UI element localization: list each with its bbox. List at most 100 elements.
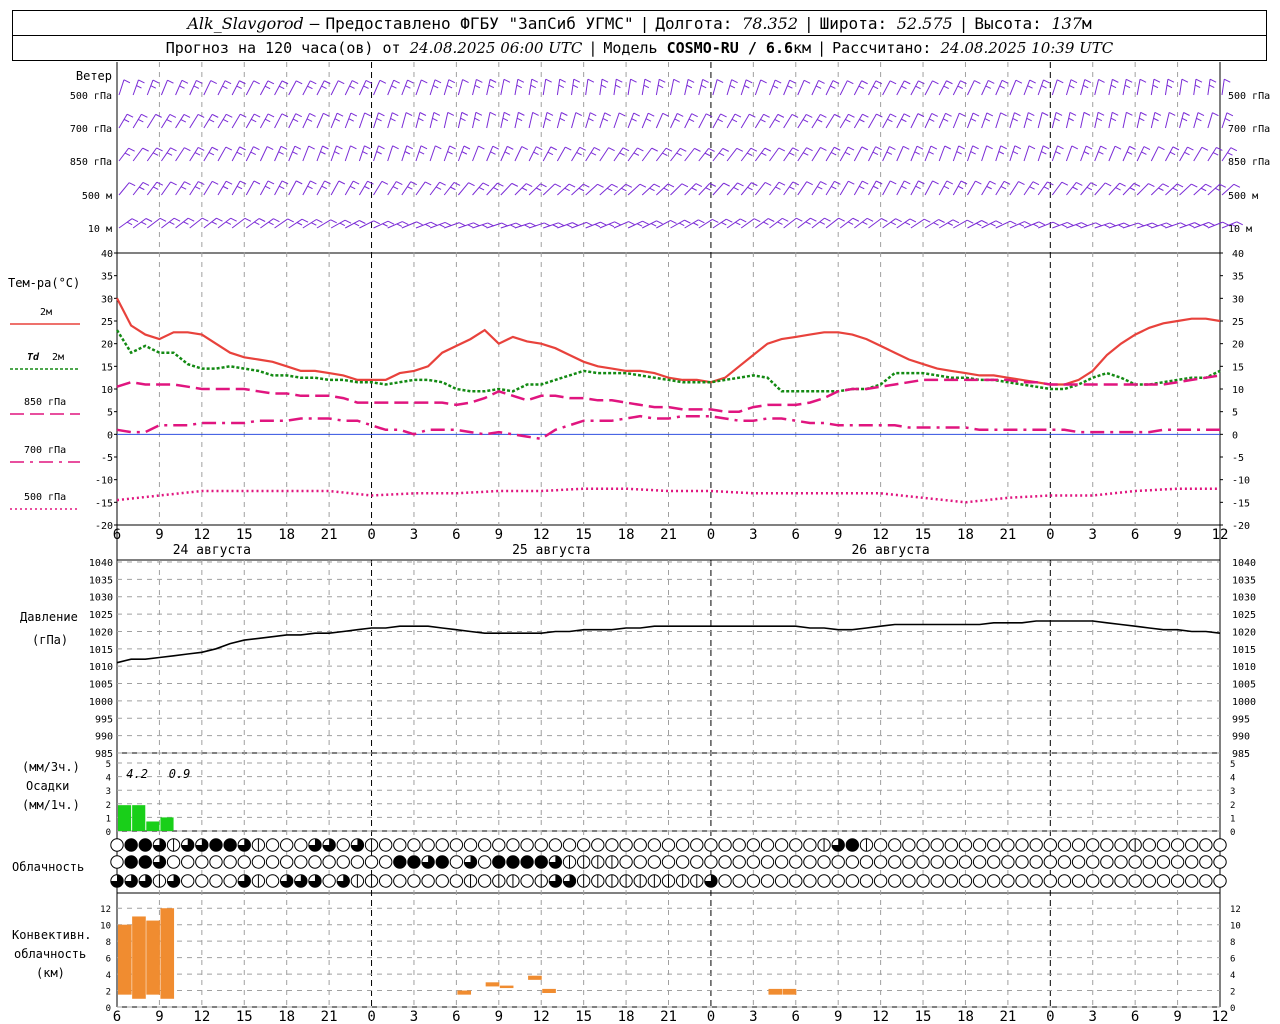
pressure-y-tick-right: 990 xyxy=(1232,732,1250,743)
pressure-y-tick-right: 1005 xyxy=(1232,680,1256,691)
x-tick-label: 9 xyxy=(1173,1009,1181,1024)
cloud-symbol xyxy=(1043,855,1058,869)
wind-barb xyxy=(868,146,882,162)
x-tick-label: 6 xyxy=(792,1009,800,1024)
wind-barb xyxy=(882,113,897,129)
conv-y-tick-right: 8 xyxy=(1230,938,1235,948)
x-tick-label: 15 xyxy=(575,1009,592,1024)
wind-barb xyxy=(1023,145,1036,162)
wind-barb xyxy=(769,147,786,162)
wind-barb xyxy=(571,112,583,129)
cloud-symbol xyxy=(831,855,845,869)
pressure-y-tick: 1030 xyxy=(89,593,113,604)
wind-barb xyxy=(556,112,568,129)
cloud-symbol xyxy=(562,855,577,869)
cloud-symbol xyxy=(888,838,902,852)
wind-barb xyxy=(429,79,442,96)
cloud-symbol xyxy=(110,874,124,888)
wind-barb xyxy=(1122,78,1133,96)
wind-barb xyxy=(118,147,135,162)
conv-y-tick: 6 xyxy=(106,955,111,965)
legend-label-t2m: 2м xyxy=(40,307,52,318)
wind-barb xyxy=(726,147,744,162)
wind-barb xyxy=(161,181,177,196)
cloud-symbol xyxy=(591,874,605,888)
cloud-symbol xyxy=(223,855,237,869)
wind-barb xyxy=(769,79,782,96)
wind-barb xyxy=(896,113,911,129)
wind-barb xyxy=(358,112,371,129)
cloud-symbol xyxy=(562,838,577,852)
wind-barb xyxy=(274,113,289,129)
cloud-symbol xyxy=(279,838,294,852)
cloud-symbol xyxy=(633,855,647,869)
cloud-symbol xyxy=(619,855,633,869)
pressure-y-tick: 1035 xyxy=(89,575,113,586)
precip-y-tick: 0 xyxy=(106,828,111,838)
wind-barb xyxy=(472,111,483,129)
wind-barb xyxy=(684,113,698,129)
wind-barb xyxy=(684,147,701,162)
wind-level-label: 10 м xyxy=(88,224,112,235)
wind-barb xyxy=(981,79,995,96)
cloud-symbol xyxy=(661,855,676,869)
cloud-symbol xyxy=(675,855,690,869)
wind-barb xyxy=(373,145,385,162)
wind-barb xyxy=(1122,145,1136,162)
wind-barb xyxy=(613,147,630,162)
wind-barb xyxy=(1136,78,1147,96)
cloud-symbol xyxy=(803,838,817,852)
cloud-panel xyxy=(110,838,1227,888)
pressure-y-tick: 990 xyxy=(95,732,113,743)
cloud-symbol xyxy=(265,855,280,869)
cloud-symbol xyxy=(237,838,251,852)
cloud-symbol xyxy=(1043,838,1058,852)
x-tick-label: 12 xyxy=(1212,1009,1229,1024)
temp-y-tick-right: 35 xyxy=(1232,272,1244,283)
legend-td-level: 2м xyxy=(52,352,64,363)
pressure-y-tick: 1005 xyxy=(89,680,113,691)
wind-barb xyxy=(924,145,938,162)
cloud-symbol xyxy=(972,855,987,869)
pressure-title: Давление xyxy=(20,610,78,624)
wind-barb xyxy=(514,78,525,96)
cloud-symbol xyxy=(562,874,577,888)
cloud-symbol xyxy=(1015,874,1029,888)
wind-barb xyxy=(161,147,177,162)
wind-barb xyxy=(401,181,417,196)
temp-y-tick-right: -10 xyxy=(1232,476,1250,487)
wind-barb xyxy=(868,80,883,96)
conv-y-tick: 0 xyxy=(106,1004,111,1014)
cloud-symbol xyxy=(322,838,336,852)
wind-barb xyxy=(118,182,136,196)
cloud-symbol xyxy=(421,855,435,869)
wind-barb xyxy=(910,80,925,96)
cloud-symbol xyxy=(1001,855,1015,869)
cloud-symbol xyxy=(944,838,959,852)
cloud-symbol xyxy=(435,838,449,852)
pressure-y-tick: 1025 xyxy=(89,610,113,621)
wind-barb xyxy=(1179,146,1194,162)
cloud-symbol xyxy=(336,838,350,852)
x-tick-label: 3 xyxy=(1089,1009,1097,1024)
cloud-symbol xyxy=(393,838,407,852)
wind-barb xyxy=(1080,111,1091,129)
cloud-symbol xyxy=(1213,838,1227,852)
wind-barb xyxy=(387,112,399,129)
wind-barb xyxy=(1150,183,1169,196)
temp-y-tick: -15 xyxy=(95,498,113,509)
wind-title: Ветер xyxy=(76,69,112,83)
convective-bar xyxy=(542,988,556,994)
wind-barb xyxy=(1023,112,1035,129)
cloud-symbol xyxy=(110,855,124,869)
wind-barb xyxy=(1009,145,1022,162)
wind-barb xyxy=(924,180,939,196)
cloud-symbol xyxy=(1199,838,1213,852)
cloud-symbol xyxy=(1100,838,1114,852)
cloud-symbol xyxy=(124,855,138,869)
cloud-symbol xyxy=(223,838,237,852)
wind-barb xyxy=(981,145,993,162)
legend-label-t850: 850 гПа xyxy=(24,397,66,408)
cloud-symbol xyxy=(322,855,336,869)
wind-barb xyxy=(627,112,640,129)
